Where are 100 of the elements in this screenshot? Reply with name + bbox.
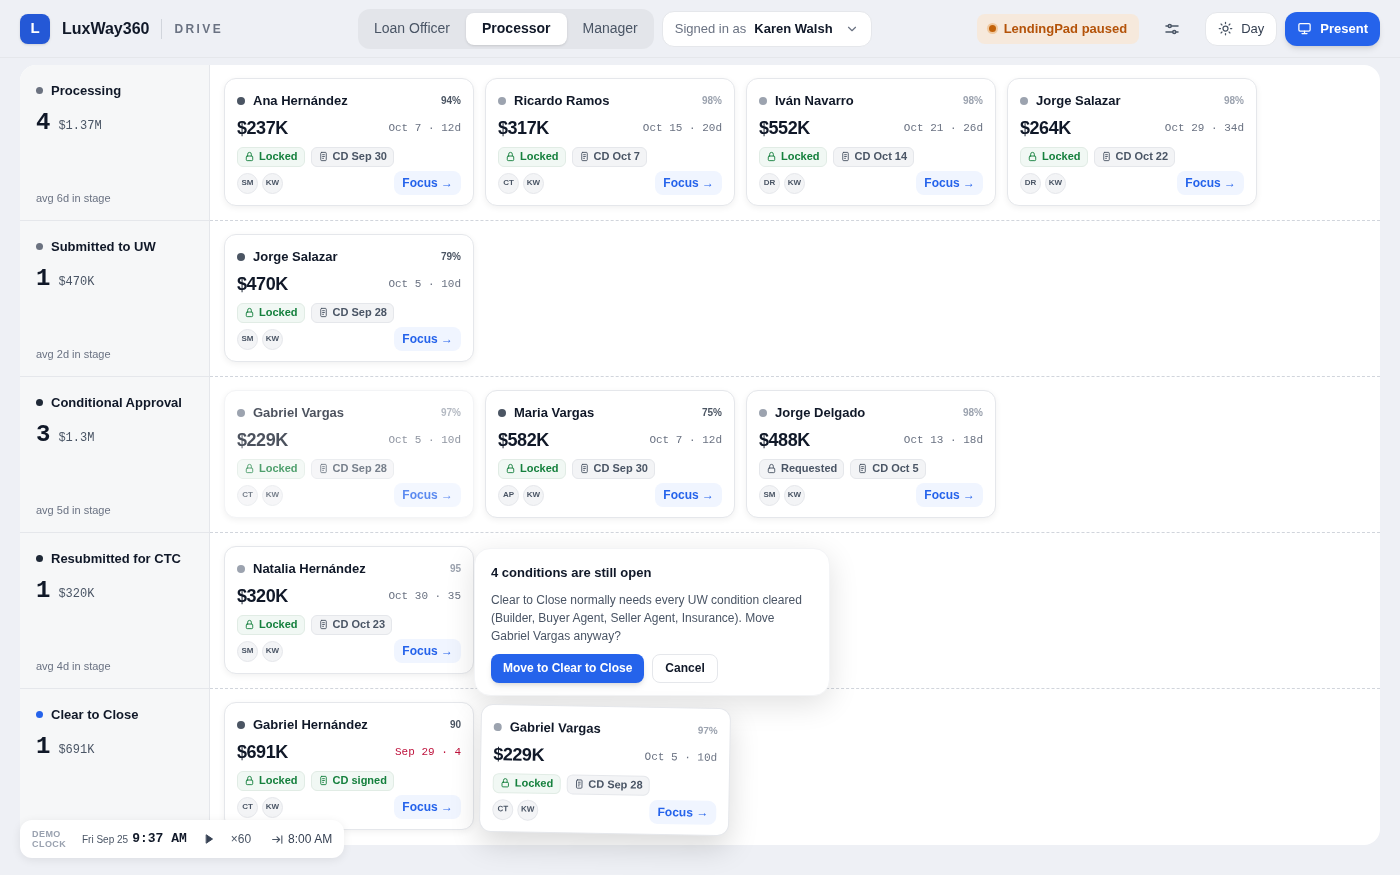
confirm-button[interactable]: Move to Clear to Close: [491, 653, 645, 683]
match-percent: 98%: [963, 94, 983, 109]
focus-button[interactable]: Focus →: [394, 327, 461, 351]
loan-card[interactable]: Gabriel Hernández 90 $691K Sep 29 · 4 Locked CD signed CT KW Focus →: [224, 702, 474, 830]
dragged-loan-card[interactable]: Gabriel Vargas 97% $229K Oct 5 · 10d Locked CD Sep 28 CT KW Focus →: [478, 703, 732, 837]
team-avatar: CT: [498, 172, 519, 194]
loan-amount: $229K: [493, 742, 545, 767]
close-date: Oct 15 · 20d: [642, 120, 722, 136]
sun-icon: [1218, 21, 1234, 36]
borrower-name: Jorge Delgado: [775, 404, 866, 422]
clock-time: 9:37 AM: [132, 830, 187, 849]
focus-button[interactable]: Focus →: [655, 171, 722, 195]
loan-amount: $552K: [759, 116, 810, 140]
team-avatar: KW: [262, 640, 283, 662]
match-percent: 98%: [702, 94, 722, 109]
team-avatar: KW: [784, 484, 805, 506]
team-avatar: SM: [759, 484, 780, 506]
closing-disclosure-chip: CD Oct 14: [832, 146, 915, 167]
team-avatar: KW: [1045, 172, 1066, 194]
loan-card[interactable]: Gabriel Vargas 97% $229K Oct 5 · 10d Locked CD Sep 28 CT KW Focus →: [224, 390, 474, 518]
team-avatar: SM: [237, 640, 258, 662]
lock-icon: [505, 151, 516, 162]
stage-amount: $320K: [58, 585, 95, 603]
loan-card[interactable]: Natalia Hernández 95 $320K Oct 30 · 35 Locked CD Oct 23 SM KW Focus →: [224, 546, 474, 674]
lock-status-chip: Requested: [759, 458, 845, 479]
stage-count: 4: [36, 107, 51, 138]
stage-amount: $1.3M: [58, 429, 95, 447]
borrower-name: Ana Hernández: [253, 92, 348, 110]
focus-button[interactable]: Focus →: [916, 483, 983, 507]
focus-button[interactable]: Focus →: [655, 483, 722, 507]
close-date: Oct 5 · 10d: [388, 432, 461, 448]
reset-button[interactable]: 8:00 AM: [271, 830, 333, 848]
loan-card[interactable]: Ricardo Ramos 98% $317K Oct 15 · 20d Locked CD Oct 7 CT KW Focus →: [485, 78, 735, 206]
match-percent: 98%: [963, 406, 983, 421]
close-date: Oct 30 · 35: [388, 588, 461, 604]
document-icon: [317, 775, 329, 786]
speed-button[interactable]: ×60: [230, 830, 252, 848]
lock-icon: [244, 151, 255, 162]
lock-icon: [499, 777, 511, 789]
focus-button[interactable]: Focus →: [1177, 171, 1244, 195]
theme-button[interactable]: Day: [1205, 11, 1278, 46]
closing-disclosure-chip: CD Sep 28: [310, 302, 394, 323]
loan-amount: $317K: [498, 116, 549, 140]
close-date: Oct 13 · 18d: [903, 432, 983, 448]
role-tab[interactable]: Manager: [570, 12, 650, 45]
focus-button[interactable]: Focus →: [649, 799, 717, 825]
stage-name: Submitted to UW: [51, 238, 156, 256]
borrower-name: Iván Navarro: [775, 92, 854, 110]
loan-card[interactable]: Jorge Delgado 98% $488K Oct 13 · 18d Requested CD Oct 5 SM KW Focus →: [746, 390, 996, 518]
role-tab[interactable]: Loan Officer: [362, 12, 462, 45]
lock-status-chip: Locked: [498, 458, 566, 479]
document-icon: [857, 463, 869, 474]
match-percent: 95: [449, 562, 461, 577]
stage-count: 1: [36, 731, 51, 762]
stage-average: avg 2d in stage: [36, 346, 112, 362]
team-avatar: KW: [517, 799, 539, 821]
focus-button[interactable]: Focus →: [916, 171, 983, 195]
match-percent: 97%: [697, 723, 718, 739]
document-icon: [317, 619, 329, 630]
stage-average: avg 5d in stage: [36, 502, 112, 518]
team-avatar: KW: [262, 796, 283, 818]
stage-count: 1: [36, 263, 51, 294]
popover-message: Clear to Close normally needs every UW condition cleared (Builder, Buyer Agent, Seller Agent, Insurance). Move Gabriel Vargas anyway?: [491, 591, 803, 645]
loan-card[interactable]: Ana Hernández 94% $237K Oct 7 · 12d Locked CD Sep 30 SM KW Focus →: [224, 78, 474, 206]
close-date: Oct 5 · 10d: [388, 276, 461, 292]
lock-status-chip: Locked: [237, 770, 305, 791]
document-icon: [573, 778, 585, 790]
loan-card[interactable]: Jorge Salazar 98% $264K Oct 29 · 34d Locked CD Oct 22 DR KW Focus →: [1007, 78, 1257, 206]
team-avatar: KW: [262, 484, 283, 506]
focus-button[interactable]: Focus →: [394, 171, 461, 195]
team-avatar: KW: [523, 484, 544, 506]
product-name: DRIVE: [174, 20, 224, 38]
close-date: Oct 7 · 12d: [388, 120, 461, 136]
user-select[interactable]: Signed in as Karen Walsh: [661, 10, 872, 47]
closing-disclosure-chip: CD Sep 28: [310, 458, 394, 479]
loan-card[interactable]: Iván Navarro 98% $552K Oct 21 · 26d Locked CD Oct 14 DR KW Focus →: [746, 78, 996, 206]
team-avatar: DR: [759, 172, 780, 194]
loan-amount: $229K: [237, 428, 288, 452]
lock-status-chip: Locked: [492, 772, 561, 794]
lock-icon: [244, 619, 255, 630]
loan-card[interactable]: Maria Vargas 75% $582K Oct 7 · 12d Locked CD Sep 30 AP KW Focus →: [485, 390, 735, 518]
cancel-button[interactable]: Cancel: [652, 653, 718, 683]
focus-button[interactable]: Focus →: [394, 639, 461, 663]
document-icon: [317, 151, 329, 162]
match-percent: 97%: [441, 406, 461, 421]
team-avatar: SM: [237, 172, 258, 194]
document-icon: [578, 151, 590, 162]
lock-icon: [244, 307, 255, 318]
user-name: Karen Walsh: [754, 19, 833, 38]
present-button[interactable]: Present: [1285, 11, 1380, 46]
closing-disclosure-chip: CD signed: [310, 770, 394, 791]
role-tab[interactable]: Processor: [466, 12, 567, 45]
lock-status-chip: Locked: [237, 302, 305, 323]
team-avatar: KW: [784, 172, 805, 194]
loan-card[interactable]: Jorge Salazar 79% $470K Oct 5 · 10d Locked CD Sep 28 SM KW Focus →: [224, 234, 474, 362]
lock-status-chip: Locked: [498, 146, 566, 167]
loan-amount: $488K: [759, 428, 810, 452]
borrower-name: Ricardo Ramos: [514, 92, 610, 110]
borrower-name: Gabriel Vargas: [509, 718, 601, 738]
focus-button[interactable]: Focus →: [394, 795, 461, 819]
